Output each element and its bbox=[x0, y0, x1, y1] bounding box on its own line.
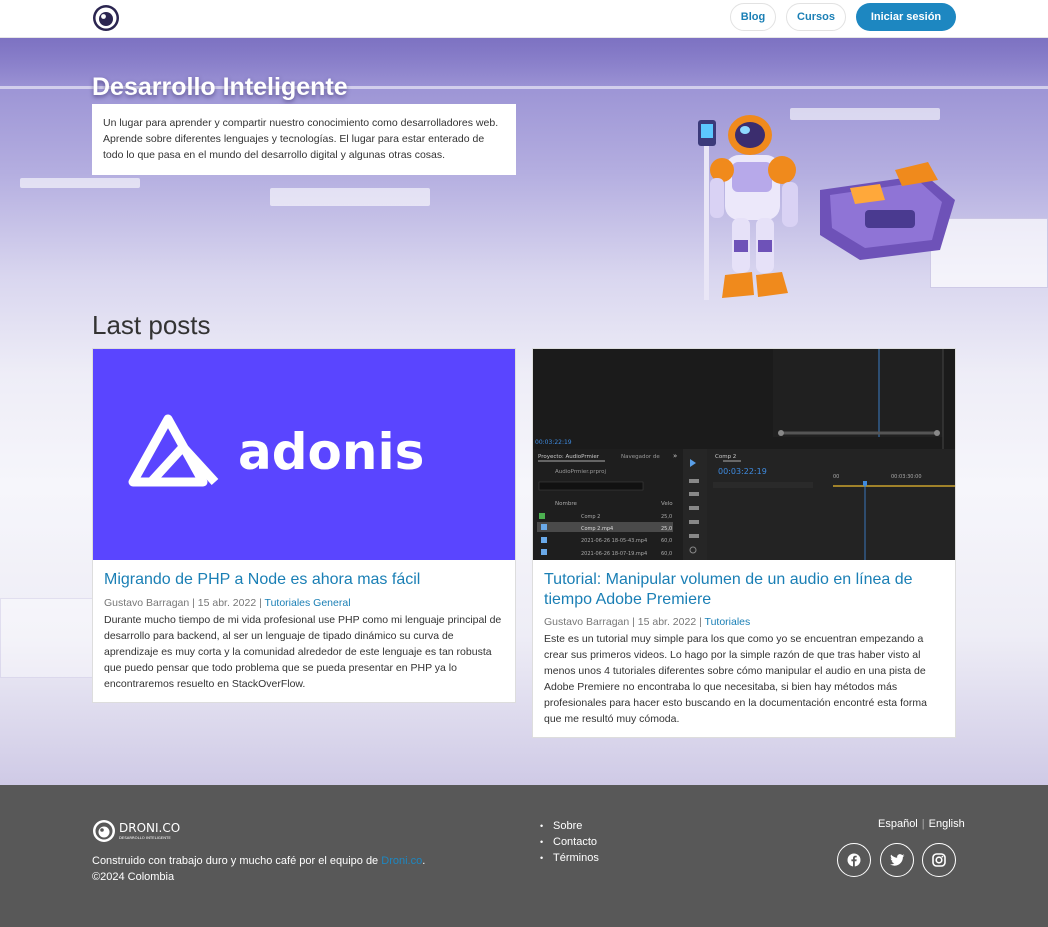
twitter-button[interactable] bbox=[880, 843, 914, 877]
post-author-date: Gustavo Barragan | 15 abr. 2022 | bbox=[544, 616, 702, 628]
built-by-suffix: . bbox=[422, 855, 426, 867]
built-by-text: Construido con trabajo duro y mucho café… bbox=[92, 855, 379, 867]
cursos-nav-button[interactable]: Cursos bbox=[786, 3, 846, 31]
lang-en-link[interactable]: English bbox=[925, 818, 969, 830]
facebook-button[interactable] bbox=[837, 843, 871, 877]
post-card[interactable]: adonis Migrando de PHP a Node es ahora m… bbox=[92, 348, 516, 703]
footer-credits: Construido con trabajo duro y mucho café… bbox=[92, 853, 425, 885]
svg-text:Comp 2.mp4: Comp 2.mp4 bbox=[581, 526, 613, 532]
top-navbar: Blog Cursos Iniciar sesión bbox=[0, 0, 1048, 38]
footer-link-terminos[interactable]: Términos bbox=[540, 850, 599, 866]
svg-text:Velo: Velo bbox=[661, 501, 673, 507]
post-tags-link[interactable]: Tutoriales General bbox=[265, 597, 351, 609]
droni-logo[interactable]: DRONI.CO DESARROLLO INTELIGENTE bbox=[92, 818, 202, 844]
svg-text:25,0: 25,0 bbox=[661, 514, 672, 520]
footer-links: Sobre Contacto Términos bbox=[540, 818, 599, 866]
svg-text:»: » bbox=[673, 452, 677, 460]
hero-background: Desarrollo Inteligente Un lugar para apr… bbox=[0, 38, 1048, 785]
svg-text:25,0: 25,0 bbox=[661, 526, 672, 532]
svg-text:Proyecto: AudioPrmier: Proyecto: AudioPrmier bbox=[538, 454, 600, 460]
hero-description: Un lugar para aprender y compartir nuest… bbox=[92, 104, 516, 175]
premiere-screenshot: 00:03:22:19 Proyecto: AudioPrmier Navega… bbox=[533, 349, 955, 560]
svg-text:00:03:30:00: 00:03:30:00 bbox=[891, 474, 922, 480]
svg-text:00:03:22:19: 00:03:22:19 bbox=[718, 467, 767, 476]
post-excerpt: Este es un tutorial muy simple para los … bbox=[544, 633, 927, 725]
svg-text:Nombre: Nombre bbox=[555, 501, 577, 507]
adonis-logo-icon: adonis bbox=[128, 414, 424, 487]
svg-text:60,0: 60,0 bbox=[661, 538, 672, 544]
last-posts-heading: Last posts bbox=[92, 310, 211, 340]
astronaut-robot-illustration bbox=[698, 115, 955, 300]
footer: DRONI.CO DESARROLLO INTELIGENTE Construi… bbox=[0, 785, 1048, 927]
post-meta: Gustavo Barragan | 15 abr. 2022 | Tutori… bbox=[104, 597, 504, 609]
post-author-date: Gustavo Barragan | 15 abr. 2022 | bbox=[104, 596, 262, 609]
eye-logo-icon[interactable] bbox=[92, 4, 120, 32]
svg-text:Comp 2: Comp 2 bbox=[581, 514, 600, 520]
footer-link-sobre[interactable]: Sobre bbox=[540, 818, 599, 834]
svg-text:Comp 2: Comp 2 bbox=[715, 454, 736, 460]
svg-text:AudioPrmier.prproj: AudioPrmier.prproj bbox=[555, 469, 607, 475]
footer-link-contacto[interactable]: Contacto bbox=[540, 834, 599, 850]
twitter-icon bbox=[889, 853, 904, 866]
adonis-wordmark: adonis bbox=[238, 423, 424, 481]
svg-text:Navegador de: Navegador de bbox=[621, 454, 660, 460]
droni-link[interactable]: Droni.co bbox=[381, 855, 422, 867]
svg-text:2021-06-26 18-05-43.mp4: 2021-06-26 18-05-43.mp4 bbox=[581, 538, 647, 544]
post-card[interactable]: 00:03:22:19 Proyecto: AudioPrmier Navega… bbox=[532, 348, 956, 738]
post-thumbnail-premiere[interactable]: 00:03:22:19 Proyecto: AudioPrmier Navega… bbox=[533, 349, 955, 560]
droni-wordmark: DRONI.CO bbox=[119, 821, 180, 835]
svg-text:00:03:22:19: 00:03:22:19 bbox=[535, 439, 572, 446]
post-thumbnail-adonis[interactable]: adonis bbox=[93, 349, 515, 560]
svg-text:2021-06-26 18-07-19.mp4: 2021-06-26 18-07-19.mp4 bbox=[581, 551, 647, 557]
blog-nav-button[interactable]: Blog bbox=[730, 3, 776, 31]
lang-es-link[interactable]: Español bbox=[874, 818, 922, 830]
login-button[interactable]: Iniciar sesión bbox=[856, 3, 956, 31]
instagram-icon bbox=[932, 853, 946, 867]
post-title-link[interactable]: Migrando de PHP a Node es ahora mas fáci… bbox=[104, 570, 504, 590]
post-title-link[interactable]: Tutorial: Manipular volumen de un audio … bbox=[544, 570, 944, 609]
facebook-icon bbox=[847, 853, 861, 867]
hero-title: Desarrollo Inteligente bbox=[92, 73, 348, 101]
svg-text:60,0: 60,0 bbox=[661, 551, 672, 557]
post-meta: Gustavo Barragan | 15 abr. 2022 | Tutori… bbox=[544, 616, 944, 628]
ceiling-light bbox=[270, 188, 430, 206]
post-excerpt: Durante mucho tiempo de mi vida profesio… bbox=[104, 613, 502, 690]
language-switcher: Español | English bbox=[874, 818, 969, 830]
droni-tagline: DESARROLLO INTELIGENTE bbox=[119, 835, 171, 840]
instagram-button[interactable] bbox=[922, 843, 956, 877]
svg-text:00: 00 bbox=[833, 474, 839, 480]
ceiling-light bbox=[20, 178, 140, 188]
post-tags-link[interactable]: Tutoriales bbox=[705, 616, 751, 628]
copyright: ©2024 Colombia bbox=[92, 871, 175, 883]
